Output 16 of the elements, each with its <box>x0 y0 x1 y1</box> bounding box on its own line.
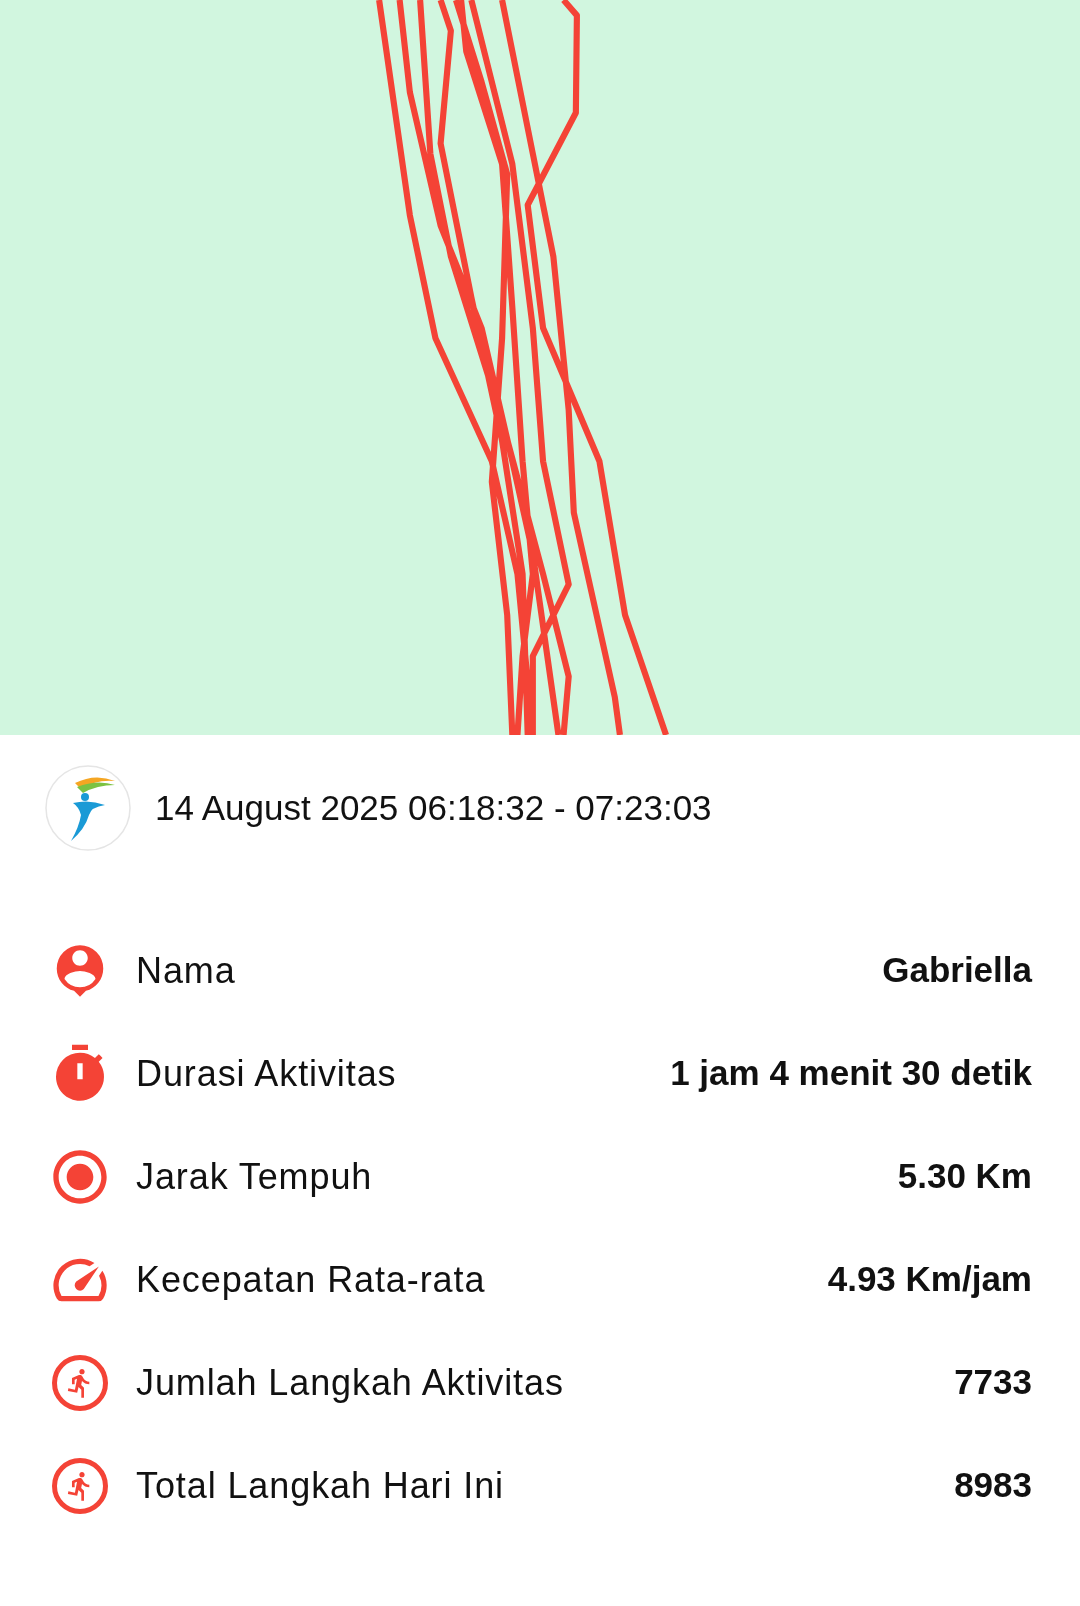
stat-label: Durasi Aktivitas <box>136 1051 397 1096</box>
stat-label: Jumlah Langkah Aktivitas <box>136 1360 564 1405</box>
activity-datetime: 14 August 2025 06:18:32 - 07:23:03 <box>155 786 712 829</box>
stat-label: Jarak Tempuh <box>136 1154 373 1199</box>
stat-value: 8983 <box>954 1464 1032 1507</box>
stat-value: Gabriella <box>882 949 1032 992</box>
stat-value: 1 jam 4 menit 30 detik <box>670 1052 1032 1095</box>
stat-label: Nama <box>136 948 236 993</box>
stat-label: Kecepatan Rata-rata <box>136 1257 486 1302</box>
running-person-icon <box>52 1354 108 1411</box>
stat-label: Total Langkah Hari Ini <box>136 1463 504 1508</box>
runner-logo-icon <box>45 765 131 851</box>
running-person-icon <box>52 1457 108 1514</box>
stat-value: 4.93 Km/jam <box>827 1258 1032 1301</box>
stat-value: 7733 <box>954 1361 1032 1404</box>
stat-value: 5.30 Km <box>897 1155 1032 1198</box>
